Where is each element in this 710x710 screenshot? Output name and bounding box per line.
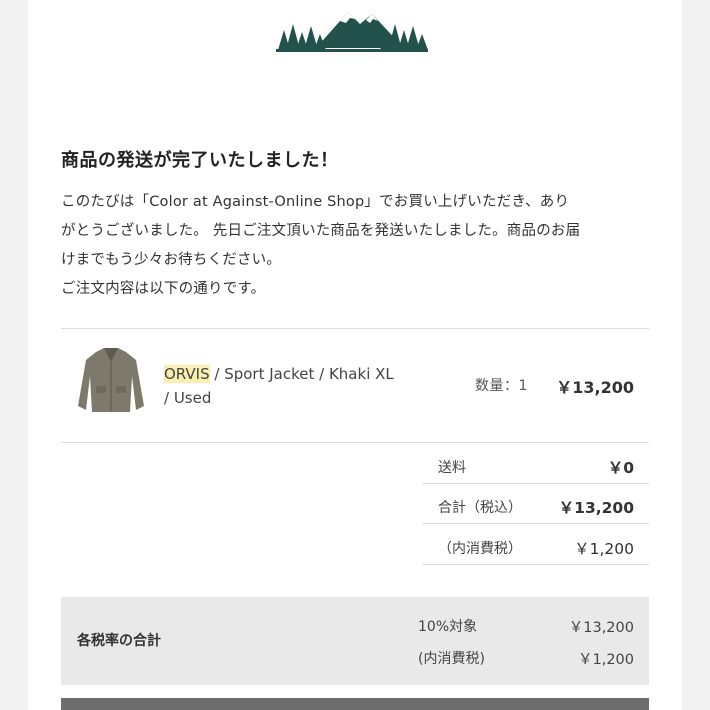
- intro-line: このたびは「Color at Against-Online Shop」でお買い上…: [61, 194, 570, 210]
- tax-rate-summary: 各税率の合計 10%対象 ￥13,200 (内消費税) ￥1,200: [61, 597, 649, 685]
- product-title-line2[interactable]: / Used: [164, 389, 211, 407]
- jacket-thumbnail[interactable]: [74, 346, 148, 418]
- divider: [61, 442, 649, 443]
- divider: [422, 523, 649, 524]
- intro-message: このたびは「Color at Against-Online Shop」でお買い上…: [61, 188, 651, 304]
- intro-line: けまでもう少々お待ちください。: [61, 252, 282, 268]
- email-card: 商品の発送が完了いたしました！ このたびは「Color at Against-O…: [28, 0, 682, 710]
- product-title-rest[interactable]: / Sport Jacket / Khaki XL: [210, 365, 393, 383]
- product-title[interactable]: ORVIS / Sport Jacket / Khaki XL / Used: [164, 362, 434, 410]
- mountain-forest-logo: [276, 12, 428, 52]
- intro-line: がとうございました。 先日ご注文頂いた商品を発送いたしました。商品のお届: [61, 223, 581, 239]
- tax-rate-tax-value: ￥1,200: [577, 652, 634, 668]
- product-brand[interactable]: ORVIS: [164, 365, 210, 383]
- tax-rate-title: 各税率の合計: [77, 633, 161, 649]
- tax-rate-tax-label: (内消費税): [418, 651, 485, 667]
- quantity: 数量：1: [475, 378, 528, 394]
- page-title: 商品の発送が完了いたしました！: [61, 150, 339, 171]
- tax-value: ￥1,200: [574, 540, 634, 558]
- shipping-value: ￥0: [607, 459, 634, 477]
- intro-line: ご注文内容は以下の通りです。: [61, 281, 266, 297]
- divider: [422, 483, 649, 484]
- divider: [61, 328, 649, 329]
- divider: [422, 564, 649, 565]
- total-value: ￥13,200: [558, 499, 634, 517]
- tax-label: （内消費税）: [438, 541, 522, 557]
- shipping-label: 送料: [438, 460, 466, 476]
- tax-rate-value: ￥13,200: [568, 620, 634, 636]
- total-label: 合計（税込）: [438, 500, 522, 516]
- tax-rate-label: 10%対象: [418, 619, 478, 635]
- item-price: ￥13,200: [556, 378, 634, 397]
- footer-bar: [61, 698, 649, 710]
